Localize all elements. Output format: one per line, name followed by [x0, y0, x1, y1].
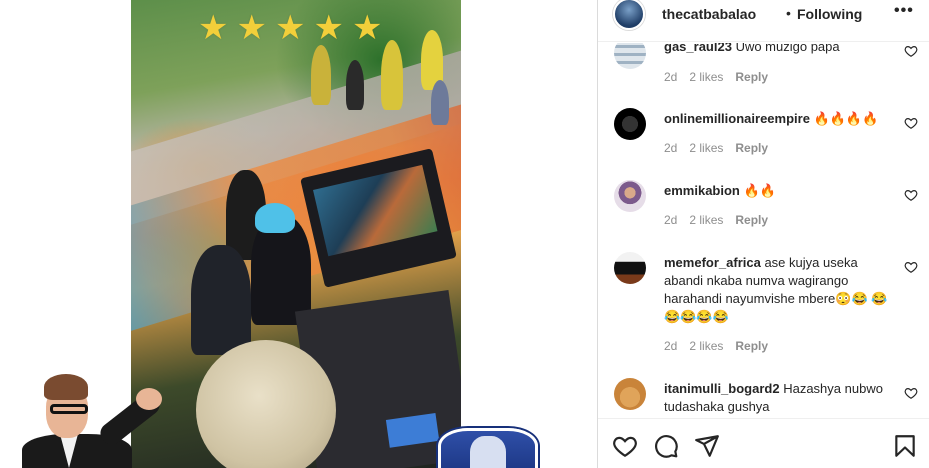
share-icon[interactable]: [694, 433, 720, 459]
sticker-hair: [44, 374, 88, 400]
comment-text: emmikabion 🔥🔥: [664, 182, 900, 200]
author-username[interactable]: thecatbabalao: [662, 6, 756, 22]
commenter-avatar[interactable]: [614, 252, 646, 284]
star-icon: ★: [274, 9, 306, 47]
reply-button[interactable]: Reply: [735, 70, 768, 84]
comment-body: Uwo muzigo papa: [735, 43, 840, 54]
comment-icon[interactable]: [653, 433, 679, 459]
video-person-cap: [255, 203, 295, 233]
badge-emblem: [470, 436, 506, 468]
comment-username[interactable]: memefor_africa: [664, 255, 761, 270]
video-crowd: [311, 45, 331, 105]
commenter-avatar[interactable]: [614, 43, 646, 69]
comment-likes[interactable]: 2 likes: [689, 70, 723, 84]
comment-like-heart-icon[interactable]: [904, 116, 918, 130]
reply-button[interactable]: Reply: [735, 141, 768, 155]
presenter-sticker: [18, 368, 168, 468]
comment-time[interactable]: 2d: [664, 213, 677, 227]
reply-button[interactable]: Reply: [735, 339, 768, 353]
comment-meta: 2d 2 likes Reply: [664, 339, 768, 353]
comment-time[interactable]: 2d: [664, 70, 677, 84]
comment-time[interactable]: 2d: [664, 339, 677, 353]
sticker-hand: [136, 388, 162, 410]
comment-like-heart-icon[interactable]: [904, 44, 918, 58]
video-bun: [196, 340, 336, 468]
post-panel: thecatbabalao • Following ••• gas_raul23…: [597, 0, 929, 468]
comments-list[interactable]: gas_raul23 Uwo muzigo papa 2d 2 likes Re…: [598, 43, 929, 417]
comment-likes[interactable]: 2 likes: [689, 339, 723, 353]
sticker-glasses: [50, 404, 88, 414]
more-options-icon[interactable]: •••: [894, 2, 914, 20]
video-crowd: [346, 60, 364, 110]
comment-likes[interactable]: 2 likes: [689, 213, 723, 227]
comment-username[interactable]: emmikabion: [664, 183, 740, 198]
post-action-bar: [598, 418, 929, 468]
comment-meta: 2d 2 likes Reply: [664, 141, 768, 155]
badge-sticker: [428, 428, 548, 468]
comment-like-heart-icon[interactable]: [904, 386, 918, 400]
rating-stars: ★ ★ ★ ★ ★: [198, 10, 382, 46]
comment-meta: 2d 2 likes Reply: [664, 213, 768, 227]
reply-button[interactable]: Reply: [735, 213, 768, 227]
author-avatar[interactable]: [613, 0, 645, 30]
video-crowd: [381, 40, 403, 110]
commenter-avatar[interactable]: [614, 180, 646, 212]
star-icon: ★: [313, 9, 344, 47]
comment-time[interactable]: 2d: [664, 141, 677, 155]
post-header: thecatbabalao • Following •••: [598, 0, 929, 42]
comment-username[interactable]: onlinemillionaireempire: [664, 111, 810, 126]
comment-text: itanimulli_bogard2 Hazashya nubwo tudash…: [664, 380, 900, 416]
commenter-avatar[interactable]: [614, 378, 646, 410]
video-person: [191, 245, 251, 355]
heart-icon[interactable]: [612, 433, 638, 459]
bookmark-icon[interactable]: [892, 433, 918, 459]
star-icon: ★: [351, 9, 383, 47]
post-media-area: ★ ★ ★ ★ ★: [0, 0, 597, 468]
post-video[interactable]: ★ ★ ★ ★ ★: [131, 0, 461, 468]
video-monitor-screen: [313, 164, 438, 257]
video-crowd: [431, 80, 449, 125]
star-icon: ★: [198, 9, 229, 47]
header-separator: •: [786, 5, 791, 21]
comment-text: onlinemillionaireempire 🔥🔥🔥🔥: [664, 110, 900, 128]
comment-body: 🔥🔥🔥🔥: [813, 111, 879, 126]
commenter-avatar[interactable]: [614, 108, 646, 140]
comment-like-heart-icon[interactable]: [904, 260, 918, 274]
comment-meta: 2d 2 likes Reply: [664, 70, 768, 84]
comment-like-heart-icon[interactable]: [904, 188, 918, 202]
following-button[interactable]: Following: [797, 6, 862, 22]
comment-body: 🔥🔥: [743, 183, 776, 198]
comment-text: memefor_africa ase kujya useka abandi nk…: [664, 254, 900, 326]
comment-likes[interactable]: 2 likes: [689, 141, 723, 155]
comment-username[interactable]: itanimulli_bogard2: [664, 381, 780, 396]
comment-text: gas_raul23 Uwo muzigo papa: [664, 43, 900, 56]
star-icon: ★: [236, 9, 267, 47]
comment-username[interactable]: gas_raul23: [664, 43, 732, 54]
